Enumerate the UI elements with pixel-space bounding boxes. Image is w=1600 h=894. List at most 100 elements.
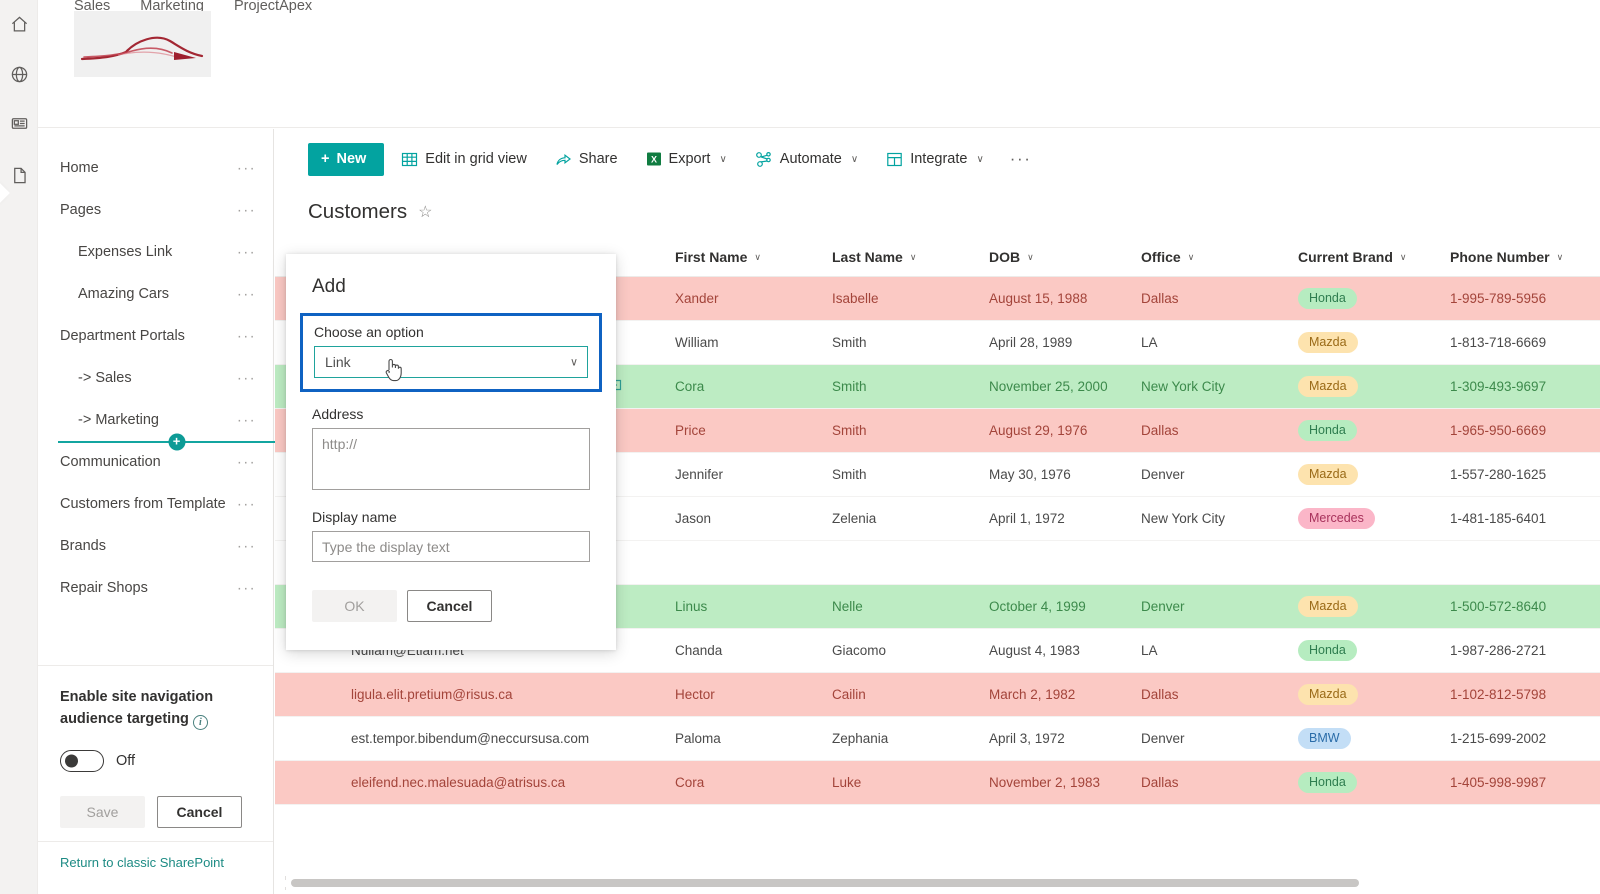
cell-first	[665, 540, 822, 585]
sidebar-item-label: Brands	[60, 538, 106, 554]
sidebar-item-more-icon[interactable]: ···	[237, 581, 256, 596]
cell-text: Hector	[675, 686, 715, 702]
export-button[interactable]: X Export ∨	[635, 143, 738, 176]
chevron-down-icon[interactable]: ∨	[1027, 252, 1034, 263]
audience-targeting-label: Enable site navigation audience targetin…	[60, 686, 230, 730]
sidebar-item-label: -> Sales	[78, 370, 132, 386]
choose-option-value: Link	[325, 354, 351, 370]
sidebar-item-expenses-link[interactable]: Expenses Link ···	[38, 231, 273, 273]
cell-dob: April 1, 1972	[979, 496, 1131, 541]
cell-text: Xander	[675, 290, 719, 306]
save-button[interactable]: Save	[60, 796, 145, 828]
chevron-down-icon: ∨	[569, 356, 578, 369]
cell-text: Luke	[832, 774, 862, 790]
automate-button[interactable]: Automate ∨	[744, 143, 869, 176]
add-link-dialog: Add Choose an option Link ∨ Address Disp…	[286, 254, 616, 650]
sidebar-item-more-icon[interactable]: ···	[237, 203, 256, 218]
column-header-last-name[interactable]: Last Name ∨	[822, 239, 979, 277]
choose-option-label: Choose an option	[314, 324, 424, 340]
sidebar-item-amazing-cars[interactable]: Amazing Cars ···	[38, 273, 273, 315]
grid-icon	[401, 151, 418, 168]
return-to-classic-sharepoint-link[interactable]: Return to classic SharePoint	[60, 855, 224, 870]
column-header-dob[interactable]: DOB ∨	[979, 239, 1131, 277]
cell-first: Hector	[665, 672, 822, 717]
sidebar-item-more-icon[interactable]: ···	[237, 245, 256, 260]
cell-first: William	[665, 320, 822, 365]
new-button-label: New	[336, 151, 367, 167]
cell-text: Denver	[1141, 730, 1185, 746]
sidebar-item-home[interactable]: Home ···	[38, 147, 273, 189]
sidebar-item-marketing[interactable]: -> Marketing ···	[38, 399, 273, 441]
sidebar-item-pages[interactable]: Pages ···	[38, 189, 273, 231]
chevron-down-icon[interactable]: ∨	[1557, 252, 1564, 263]
scrollbar-thumb[interactable]	[291, 879, 1359, 887]
info-icon[interactable]: i	[192, 715, 208, 730]
chevron-down-icon[interactable]: ∨	[754, 252, 761, 263]
table-row[interactable]: eleifend.nec.malesuada@atrisus.ca Cora Luk…	[275, 760, 1600, 805]
dialog-cancel-button[interactable]: Cancel	[407, 590, 492, 622]
sidebar-item-sales[interactable]: -> Sales ···	[38, 357, 273, 399]
cancel-button[interactable]: Cancel	[157, 796, 242, 828]
cell-text: Zelenia	[832, 510, 877, 526]
new-button[interactable]: + New	[308, 142, 385, 176]
chevron-down-icon: ∨	[976, 153, 984, 165]
topnav-item-projectapex[interactable]: ProjectApex	[234, 0, 312, 16]
sidebar-item-repair-shops[interactable]: Repair Shops ···	[38, 567, 273, 609]
news-icon[interactable]	[7, 111, 31, 135]
cell-phone-number	[1440, 540, 1600, 585]
sidebar-item-department-portals[interactable]: Department Portals ···	[38, 315, 273, 357]
home-icon[interactable]	[7, 12, 31, 36]
chevron-down-icon[interactable]: ∨	[1400, 252, 1407, 263]
sidebar-item-more-icon[interactable]: ···	[237, 161, 256, 176]
sidebar-item-more-icon[interactable]: ···	[237, 329, 256, 344]
horizontal-scrollbar[interactable]	[285, 876, 1590, 890]
cell-first: Xander	[665, 276, 822, 321]
cell-text: New York City	[1141, 510, 1226, 526]
sidebar-item-brands[interactable]: Brands ···	[38, 525, 273, 567]
sidebar-item-customers-from-template[interactable]: Customers from Template ···	[38, 483, 273, 525]
cell-text: 1-215-699-2002	[1450, 730, 1547, 746]
chevron-down-icon[interactable]: ∨	[910, 252, 917, 263]
column-header-current-brand[interactable]: Current Brand ∨	[1288, 239, 1440, 277]
table-row[interactable]: ligula.elit.pretium@risus.ca Hector Cailin…	[275, 672, 1600, 717]
choose-option-dropdown[interactable]: Link ∨	[314, 346, 588, 378]
sidebar-item-label: -> Marketing	[78, 412, 159, 428]
cell-text: Jason	[675, 510, 712, 526]
edit-in-grid-view-label: Edit in grid view	[425, 151, 527, 167]
cell-text: Price	[675, 422, 706, 438]
cell-text: 1-102-812-5798	[1450, 686, 1547, 702]
integrate-button[interactable]: Integrate ∨	[875, 143, 995, 176]
table-row[interactable]: est.tempor.bibendum@neccursusa.com Paloma…	[275, 716, 1600, 761]
sidebar-item-more-icon[interactable]: ···	[237, 455, 256, 470]
address-input[interactable]	[312, 428, 590, 490]
cell-office: Denver	[1131, 452, 1288, 497]
sidebar-item-more-icon[interactable]: ···	[237, 539, 256, 554]
sidebar-item-more-icon[interactable]: ···	[237, 287, 256, 302]
sidebar-item-more-icon[interactable]: ···	[237, 371, 256, 386]
column-header-label: Current Brand	[1298, 249, 1393, 266]
cell-phone-number: 1-965-950-6669	[1440, 408, 1600, 453]
cell-first: Paloma	[665, 716, 822, 761]
display-name-input[interactable]	[312, 531, 590, 562]
edit-in-grid-view-button[interactable]: Edit in grid view	[390, 143, 538, 176]
column-header-phone-number[interactable]: Phone Number ∨	[1440, 239, 1600, 277]
sidebar-item-more-icon[interactable]: ···	[237, 497, 256, 512]
brand-pill: Honda	[1298, 639, 1357, 661]
integrate-icon	[886, 151, 903, 168]
more-commands-button[interactable]: ···	[1001, 143, 1041, 176]
column-header-office[interactable]: Office ∨	[1131, 239, 1288, 277]
sidebar-item-label: Customers from Template	[60, 496, 226, 512]
column-header-first-name[interactable]: First Name ∨	[665, 239, 822, 277]
sidebar-item-more-icon[interactable]: ···	[237, 413, 256, 428]
audience-targeting-toggle[interactable]	[60, 750, 104, 772]
chevron-down-icon[interactable]: ∨	[1188, 252, 1195, 263]
document-icon[interactable]	[7, 163, 31, 187]
sidebar-item-communication[interactable]: Communication ···	[38, 441, 273, 483]
ok-button[interactable]: OK	[312, 590, 397, 622]
favorite-star-icon[interactable]: ☆	[418, 202, 432, 222]
globe-icon[interactable]	[7, 62, 31, 86]
cell-current-brand: Mazda	[1288, 364, 1440, 409]
share-button[interactable]: Share	[544, 143, 629, 176]
brand-pill: Mazda	[1298, 331, 1358, 353]
cell-text: 1-500-572-8640	[1450, 598, 1547, 614]
